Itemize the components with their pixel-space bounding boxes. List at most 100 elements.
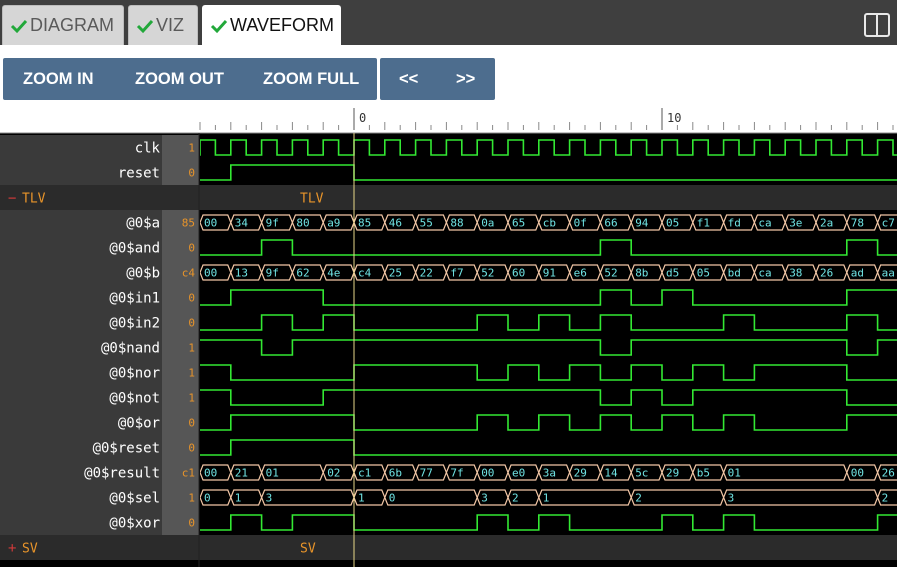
bus-segment: 3 — [476, 489, 509, 506]
split-view-icon[interactable] — [864, 13, 890, 37]
scroll-right-button[interactable]: >> — [456, 70, 475, 89]
bus-segment-value: 14 — [604, 467, 618, 480]
tab-waveform[interactable]: WAVEFORM — [202, 5, 341, 45]
bus-segment: 00 — [200, 464, 232, 481]
bus-segment-value: 85 — [358, 217, 371, 230]
signal-row-reset[interactable]: reset 0 — [0, 160, 897, 185]
bus-segment: 2 — [630, 489, 725, 506]
zoom-in-button[interactable]: ZOOM IN — [23, 70, 94, 89]
bus-segment: 2 — [507, 489, 540, 506]
signal-row-0nor[interactable]: @0$nor 1 — [0, 360, 897, 385]
bus-segment-value: c4 — [358, 267, 372, 280]
bus-segment-outline — [384, 489, 478, 506]
bit-wave — [200, 514, 897, 531]
bus-segment-value: d5 — [666, 267, 679, 280]
bus-segment: 2a — [815, 214, 848, 231]
signal-name: @0$result — [84, 466, 160, 482]
bus-segment-value: 00 — [851, 467, 864, 480]
check-icon — [210, 19, 228, 33]
signal-row-0reset[interactable]: @0$reset 0 — [0, 435, 897, 460]
bus-segment: aa — [876, 264, 897, 281]
waveform-viewer[interactable]: 0 10 clk 1 reset 0− TLV TLV @0$a 85 00 34 9f 80 a9 85 46… — [0, 108, 897, 567]
zoom-full-button[interactable]: ZOOM FULL — [263, 70, 359, 89]
signal-row-0nand[interactable]: @0$nand 1 — [0, 335, 897, 360]
signal-name: @0$not — [109, 391, 160, 407]
signal-row-0xor[interactable]: @0$xor 0 — [0, 510, 897, 535]
group-row-bg — [0, 535, 897, 560]
tab-viz[interactable]: VIZ — [128, 5, 198, 45]
signal-row-tlv[interactable]: − TLV TLV — [0, 185, 897, 210]
bus-segment: 0 — [200, 489, 232, 506]
signal-row-0result[interactable]: @0$result c1 00 21 01 02 c1 6b 77 7f 00 e0 3a 29 14 5c 2… — [0, 460, 897, 485]
bus-segment-outline — [260, 489, 355, 506]
signal-name: @0$xor — [109, 516, 160, 532]
bus-segment: 94 — [630, 214, 663, 231]
bus-segment-value: 25 — [389, 267, 402, 280]
scroll-left-button[interactable]: << — [399, 70, 418, 89]
bus-segment-value: 2 — [512, 492, 519, 505]
bus-segment-value: 4e — [327, 267, 340, 280]
waveform-canvas[interactable]: 0 10clk 1reset 0− TLV TLV@0$a 85 00 34 9f 80 a9 85 46… — [0, 108, 897, 567]
signal-name: reset — [118, 166, 160, 182]
signal-value: c1 — [182, 467, 195, 480]
signal-value: 1 — [188, 392, 195, 405]
signal-row-0a[interactable]: @0$a 85 00 34 9f 80 a9 85 46 55 88 0a 65 cb 0f 66 94 05 f1… — [0, 210, 897, 235]
bus-segment: 00 — [200, 264, 232, 281]
bus-segment: cb — [538, 214, 571, 231]
waveform-trace — [200, 339, 897, 356]
signal-row-sv[interactable]: + SV SV — [0, 535, 897, 560]
signal-row-0in1[interactable]: @0$in1 0 — [0, 285, 897, 310]
tab-diagram[interactable]: DIAGRAM — [2, 5, 124, 45]
bus-segment-outline — [722, 489, 879, 506]
bus-segment: 00 — [476, 464, 509, 481]
signal-value: 0 — [188, 292, 195, 305]
bus-segment-value: 3 — [266, 492, 273, 505]
bus-segment: 7f — [445, 464, 478, 481]
signal-name: @0$in1 — [109, 291, 160, 307]
signal-row-clk[interactable]: clk 1 — [0, 135, 897, 160]
ruler-marker-label: 10 — [667, 111, 681, 125]
bus-segment-value: e0 — [512, 467, 525, 480]
bus-segment: e0 — [507, 464, 540, 481]
bus-segment: 3e — [784, 214, 817, 231]
bus-segment-value: 3e — [789, 217, 802, 230]
bus-segment: 52 — [599, 264, 632, 281]
signal-name: @0$and — [109, 241, 160, 257]
group-row-bg — [0, 185, 897, 210]
bus-segment-value: 0a — [481, 217, 494, 230]
waveform-trace — [200, 239, 897, 256]
bus-segment-value: 1 — [235, 492, 242, 505]
bus-segment: c4 — [353, 264, 386, 281]
bus-segment: 14 — [599, 464, 632, 481]
signal-row-0b[interactable]: @0$b c4 00 13 9f 62 4e c4 25 22 f7 52 60 91 e6 52 8b d5 05… — [0, 260, 897, 285]
bus-segment: ad — [846, 264, 879, 281]
signal-name: @0$in2 — [109, 316, 160, 332]
bus-segment: 01 — [260, 464, 324, 481]
signal-row-0or[interactable]: @0$or 0 — [0, 410, 897, 435]
signal-row-0sel[interactable]: @0$sel 1 0 1 3 1 0 3 2 1 2 3 2 — [0, 485, 897, 510]
bus-segment-value: 0f — [574, 217, 587, 230]
bus-segment-value: 5c — [635, 467, 648, 480]
bus-segment: 00 — [846, 464, 879, 481]
signal-row-0and[interactable]: @0$and 0 — [0, 235, 897, 260]
bus-segment-value: c1 — [358, 467, 371, 480]
tab-diagram-label: DIAGRAM — [30, 15, 115, 35]
bus-segment-value: f1 — [697, 217, 710, 230]
signal-name: @0$sel — [109, 491, 160, 507]
signal-row-0not[interactable]: @0$not 1 — [0, 385, 897, 410]
bus-segment-value: ad — [851, 267, 864, 280]
signal-value: 0 — [188, 442, 195, 455]
bus-segment-value: cb — [543, 217, 556, 230]
bit-wave — [200, 339, 897, 356]
bus-segment-value: 52 — [481, 267, 494, 280]
bus-segment: c1 — [353, 464, 386, 481]
bus-segment: a9 — [322, 214, 355, 231]
bus-segment: 52 — [476, 264, 509, 281]
signal-name: @0$nand — [101, 341, 160, 357]
zoom-out-button[interactable]: ZOOM OUT — [135, 70, 224, 89]
signal-row-0in2[interactable]: @0$in2 0 — [0, 310, 897, 335]
bus-segment: 55 — [414, 214, 448, 231]
bus-segment-value: 3a — [543, 467, 556, 480]
bit-wave — [200, 314, 897, 331]
waveform-trace: 00 13 9f 62 4e c4 25 22 f7 52 60 91 e6 52 8b d5 05 bd ca 38… — [200, 264, 897, 281]
